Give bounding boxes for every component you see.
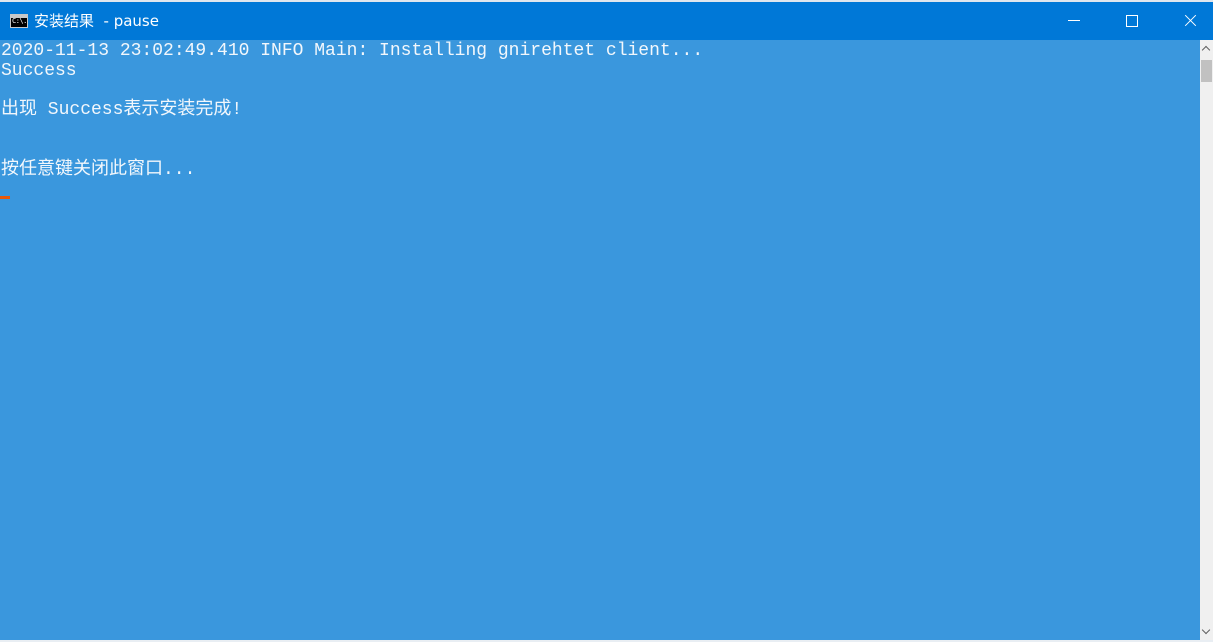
close-button[interactable] — [1161, 2, 1213, 40]
window-title: 安装结果 - pause — [34, 12, 159, 30]
console-line-success: Success — [1, 61, 77, 81]
text-cursor — [0, 196, 10, 199]
console-line-prompt: 按任意键关闭此窗口... — [1, 160, 196, 180]
vertical-scrollbar[interactable] — [1200, 40, 1213, 640]
minimize-icon — [1068, 20, 1080, 21]
maximize-button[interactable] — [1103, 2, 1161, 40]
minimize-button[interactable] — [1045, 2, 1103, 40]
console-icon[interactable]: C:\. — [10, 14, 28, 28]
console-output[interactable]: 2020-11-13 23:02:49.410 INFO Main: Insta… — [0, 40, 1200, 640]
scroll-down-arrow-icon[interactable] — [1200, 623, 1213, 640]
console-line-log: 2020-11-13 23:02:49.410 INFO Main: Insta… — [1, 41, 704, 61]
console-window: C:\. 安装结果 - pause 2020-11-13 23:02:49.41… — [0, 0, 1213, 642]
title-bar[interactable]: C:\. 安装结果 - pause — [0, 2, 1213, 40]
maximize-icon — [1126, 15, 1138, 27]
console-line-hint: 出现 Success表示安装完成! — [1, 100, 243, 120]
scroll-up-arrow-icon[interactable] — [1200, 40, 1213, 57]
scrollbar-thumb[interactable] — [1201, 60, 1212, 82]
console-icon-label: C:\. — [12, 17, 27, 25]
